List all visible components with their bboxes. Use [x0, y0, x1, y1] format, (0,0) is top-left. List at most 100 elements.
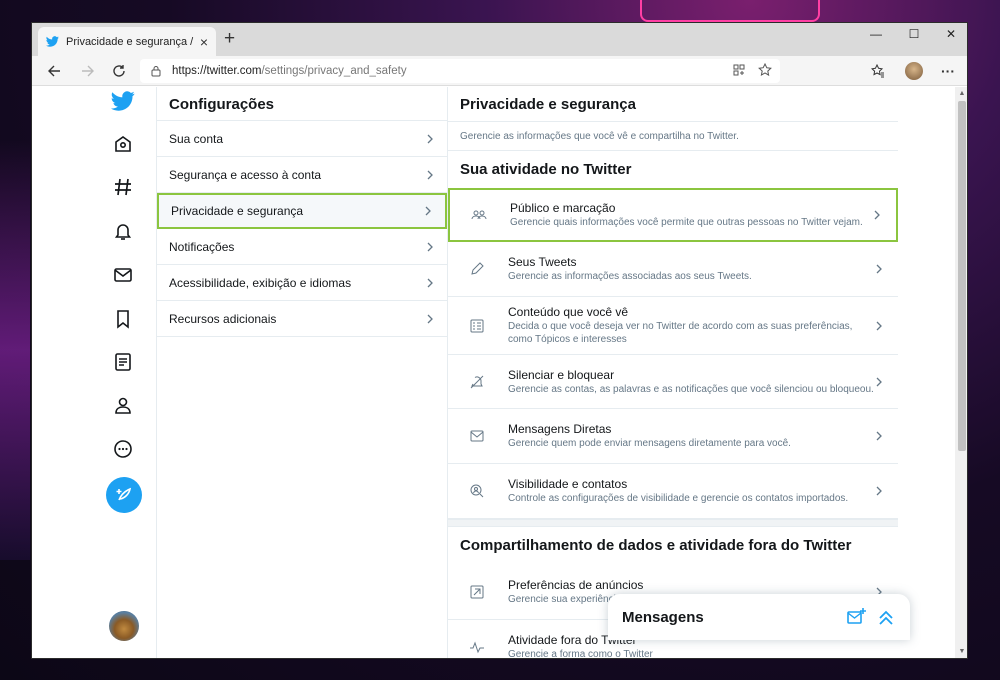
messages-drawer[interactable]: Mensagens: [608, 594, 910, 640]
envelope-icon: [468, 427, 486, 445]
twitter-bird-icon: [46, 36, 59, 47]
back-button[interactable]: [44, 61, 64, 81]
tab-strip: Privacidade e segurança / Twitter × + — …: [32, 23, 967, 56]
content-list-icon: [468, 317, 486, 335]
item-subtitle: Gerencie as contas, as palavras e as not…: [508, 383, 874, 395]
chevron-right-icon: [874, 210, 880, 220]
settings-item-label: Sua conta: [169, 131, 224, 146]
pencil-icon: [468, 260, 486, 278]
nav-notifications[interactable]: [111, 219, 135, 243]
messages-drawer-title: Mensagens: [622, 608, 704, 626]
settings-item-security[interactable]: Segurança e acesso à conta: [157, 157, 447, 193]
settings-item-label: Recursos adicionais: [169, 311, 277, 326]
settings-item-label: Acessibilidade, exibição e idiomas: [169, 275, 352, 290]
arrow-left-icon: [48, 65, 60, 77]
chevron-right-icon: [427, 170, 433, 179]
settings-item-label: Notificações: [169, 239, 235, 254]
url-host: https://twitter.com: [172, 65, 262, 77]
refresh-button[interactable]: [109, 61, 129, 81]
browser-tab[interactable]: Privacidade e segurança / Twitter ×: [38, 27, 216, 56]
background-glow: [0, 140, 30, 560]
chevron-right-icon: [425, 206, 431, 216]
profile-button[interactable]: [904, 61, 924, 81]
address-bar[interactable]: https://twitter.com/settings/privacy_and…: [140, 59, 780, 83]
more-circle-icon: [114, 440, 132, 458]
feather-plus-icon: [116, 487, 132, 501]
item-subtitle: Decida o que você deseja ver no Twitter …: [508, 321, 853, 345]
privacy-item-your-tweets[interactable]: Seus Tweets Gerencie as informações asso…: [448, 242, 898, 297]
left-navigation: [32, 87, 157, 658]
profile-avatar: [905, 62, 923, 80]
section-activity-title: Sua atividade no Twitter: [460, 161, 632, 178]
settings-title: Configurações: [157, 87, 447, 121]
maximize-button[interactable]: ☐: [895, 23, 933, 45]
privacy-item-mute-block[interactable]: Silenciar e bloquear Gerencie as contas,…: [448, 355, 898, 409]
list-icon: [115, 353, 131, 371]
compose-tweet-button[interactable]: [106, 477, 142, 513]
chevron-right-icon: [876, 377, 882, 386]
tab-close-button[interactable]: ×: [200, 34, 208, 50]
favorites-icon: [871, 64, 884, 78]
item-subtitle: Gerencie quem pode enviar mensagens dire…: [508, 438, 791, 449]
new-tab-button[interactable]: +: [224, 29, 235, 49]
close-window-button[interactable]: ✕: [932, 23, 967, 45]
nav-more[interactable]: [111, 437, 135, 461]
settings-item-privacy[interactable]: Privacidade e segurança: [157, 193, 447, 229]
lock-icon: [151, 66, 161, 77]
privacy-item-content-you-see[interactable]: Conteúdo que você vê Decida o que você d…: [448, 297, 898, 355]
item-subtitle: Gerencie as informações associadas aos s…: [508, 271, 752, 282]
nav-twitter-logo[interactable]: [111, 89, 135, 113]
chevron-right-icon: [876, 321, 882, 330]
privacy-item-discoverability[interactable]: Visibilidade e contatos Controle as conf…: [448, 464, 898, 519]
nav-explore[interactable]: [111, 175, 135, 199]
nav-bookmarks[interactable]: [111, 307, 135, 331]
settings-menu: Configurações Sua conta Segurança e aces…: [157, 87, 448, 658]
hashtag-icon: [115, 178, 131, 196]
chevron-double-up-icon[interactable]: [876, 607, 896, 627]
privacy-item-direct-messages[interactable]: Mensagens Diretas Gerencie quem pode env…: [448, 409, 898, 464]
person-icon: [115, 397, 131, 414]
settings-item-notifications[interactable]: Notificações: [157, 229, 447, 265]
page-scrollbar[interactable]: ▲ ▼: [955, 87, 967, 658]
bookmark-icon: [117, 310, 129, 329]
forward-button[interactable]: [78, 61, 98, 81]
new-message-icon[interactable]: [846, 607, 866, 627]
app-install-icon[interactable]: [732, 63, 746, 77]
settings-item-additional[interactable]: Recursos adicionais: [157, 301, 447, 337]
privacy-item-audience-tagging[interactable]: Público e marcação Gerencie quais inform…: [448, 188, 898, 242]
account-avatar[interactable]: [109, 611, 139, 641]
nav-lists[interactable]: [111, 350, 135, 374]
settings-item-label: Segurança e acesso à conta: [169, 167, 322, 182]
chevron-right-icon: [876, 431, 882, 441]
activity-icon: [468, 638, 486, 656]
minimize-button[interactable]: —: [857, 23, 895, 45]
browser-menu-button[interactable]: ···: [938, 61, 958, 81]
item-subtitle: Controle as configurações de visibilidad…: [508, 493, 849, 504]
address-bar-icons: [732, 63, 780, 77]
bell-icon: [114, 224, 132, 240]
nav-profile[interactable]: [111, 393, 135, 417]
url-path: /settings/privacy_and_safety: [261, 65, 407, 77]
item-title: Preferências de anúncios: [508, 577, 644, 592]
more-dots-icon: ···: [941, 63, 955, 79]
chevron-right-icon: [427, 314, 433, 323]
item-subtitle: Gerencie a forma como o Twitter: [508, 649, 653, 659]
item-subtitle: Gerencie quais informações você permite …: [510, 217, 863, 228]
add-favorite-icon[interactable]: [758, 63, 772, 77]
nav-messages[interactable]: [111, 263, 135, 287]
chevron-right-icon: [427, 134, 433, 143]
item-title: Visibilidade e contatos: [508, 477, 628, 491]
settings-item-account[interactable]: Sua conta: [157, 121, 447, 157]
chevron-right-icon: [427, 278, 433, 287]
favorites-button[interactable]: [868, 61, 888, 81]
mute-icon: [468, 373, 486, 391]
home-icon: [115, 136, 131, 152]
scroll-thumb[interactable]: [958, 101, 966, 451]
twitter-page: Configurações Sua conta Segurança e aces…: [32, 87, 967, 659]
nav-home[interactable]: [111, 132, 135, 156]
item-title: Mensagens Diretas: [508, 422, 612, 436]
scroll-down-arrow-icon[interactable]: ▼: [957, 647, 967, 657]
scroll-up-arrow-icon[interactable]: ▲: [957, 89, 967, 99]
settings-item-accessibility[interactable]: Acessibilidade, exibição e idiomas: [157, 265, 447, 301]
settings-item-label: Privacidade e segurança: [171, 204, 304, 218]
